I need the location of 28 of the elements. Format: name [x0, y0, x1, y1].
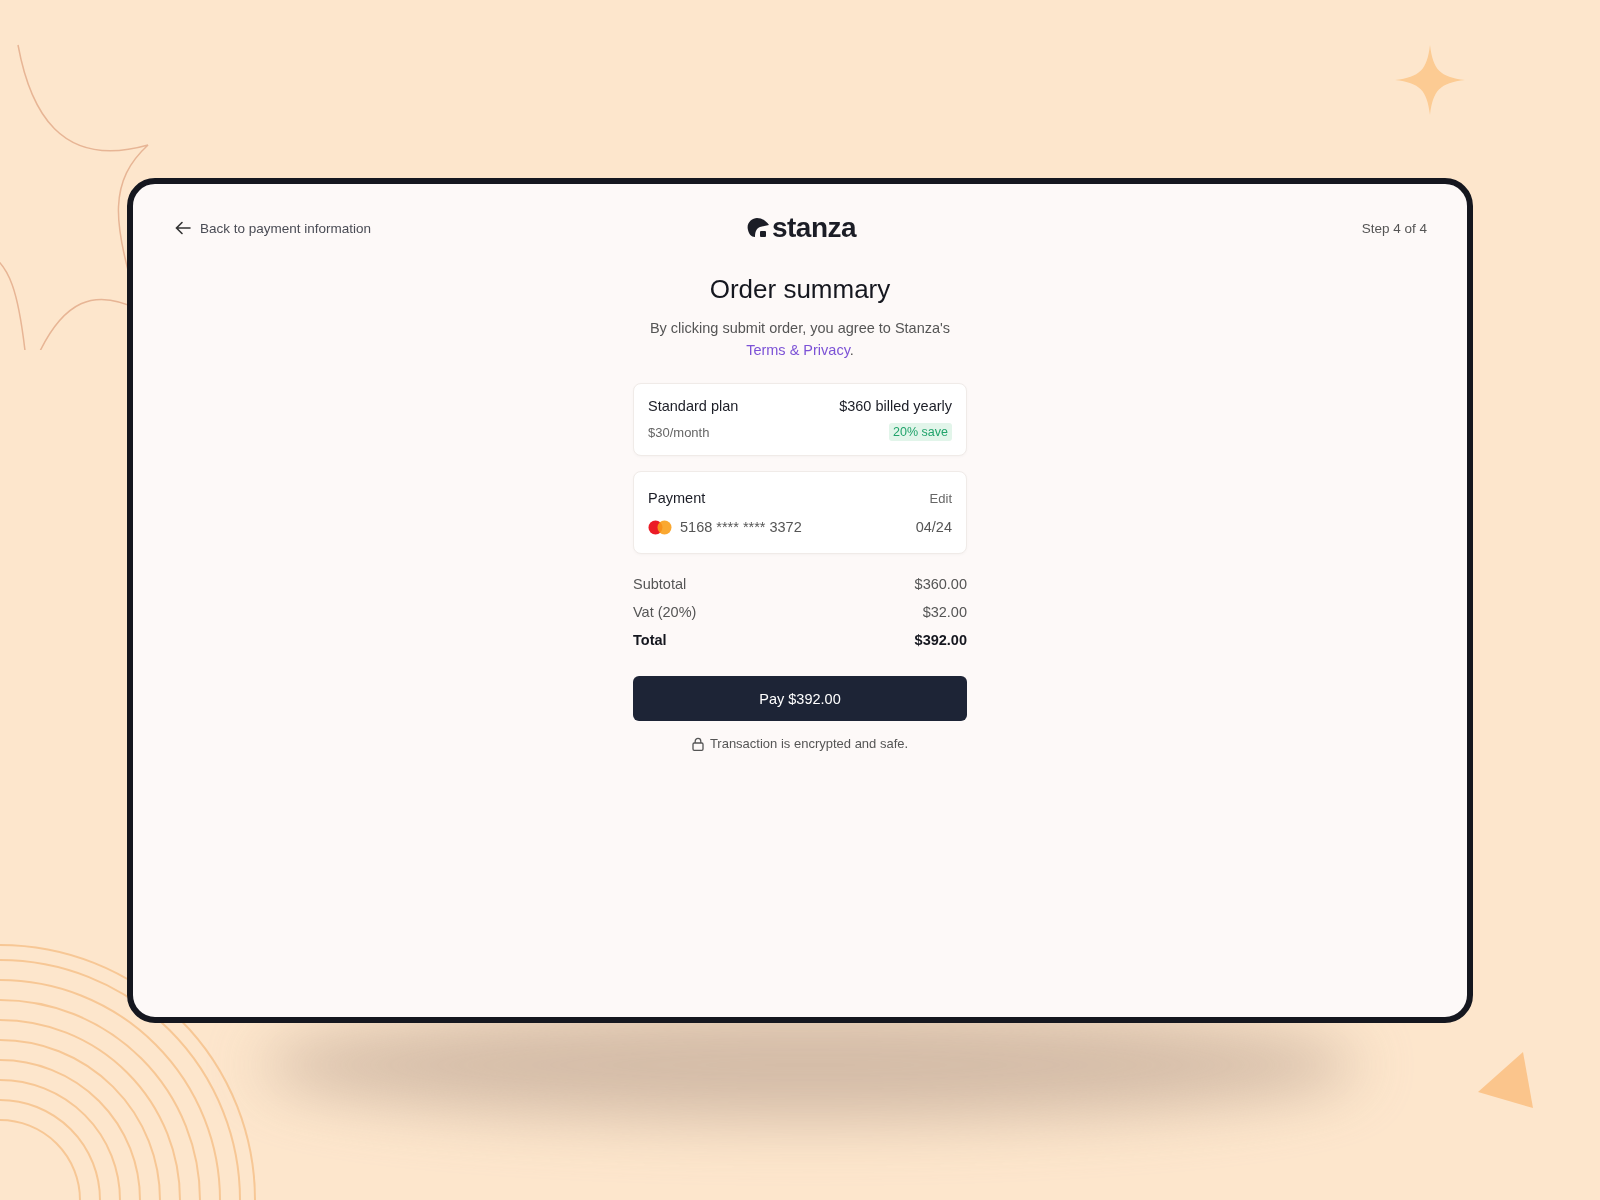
card-brand-icon — [648, 519, 672, 535]
lock-icon — [691, 736, 704, 751]
monthly-price: $30/month — [648, 424, 710, 440]
plan-price: $360 billed yearly — [839, 398, 952, 414]
sparkle-drawing — [1395, 45, 1465, 115]
summary-label: Subtotal — [633, 576, 687, 592]
edit-link[interactable]: Edit — [929, 490, 952, 506]
security-note: Transaction is encrypted and safe. — [709, 736, 909, 751]
pay-button[interactable]: Pay $392.00 — [633, 676, 967, 721]
summary-value: $32.00 — [922, 604, 967, 620]
page-title: Order summary — [708, 274, 892, 305]
step-indicator: Step 4 of 4 — [1361, 220, 1427, 236]
logo-text: stanza — [771, 212, 857, 244]
savings-badge: 20% save — [889, 423, 952, 441]
summary-value: $360.00 — [914, 576, 967, 592]
plan-name: Standard plan — [648, 398, 739, 414]
arrow-left-icon — [175, 221, 191, 235]
summary-label: Vat (20%) — [633, 604, 697, 620]
terms-link[interactable]: Terms & Privacy — [746, 342, 850, 358]
total-label: Total — [633, 632, 667, 648]
card-number: 5168 **** **** 3372 — [680, 519, 802, 535]
card-expiry: 04/24 — [915, 519, 952, 535]
payment-title: Payment — [648, 490, 706, 506]
triangle-drawing — [1478, 1052, 1533, 1108]
total-value: $392.00 — [914, 632, 967, 648]
logo-icon — [745, 217, 770, 239]
agreement-text: By clicking submit order, you agree to Stanza's Terms & Privacy. — [648, 319, 952, 360]
back-link[interactable]: Back to payment information — [175, 220, 372, 236]
